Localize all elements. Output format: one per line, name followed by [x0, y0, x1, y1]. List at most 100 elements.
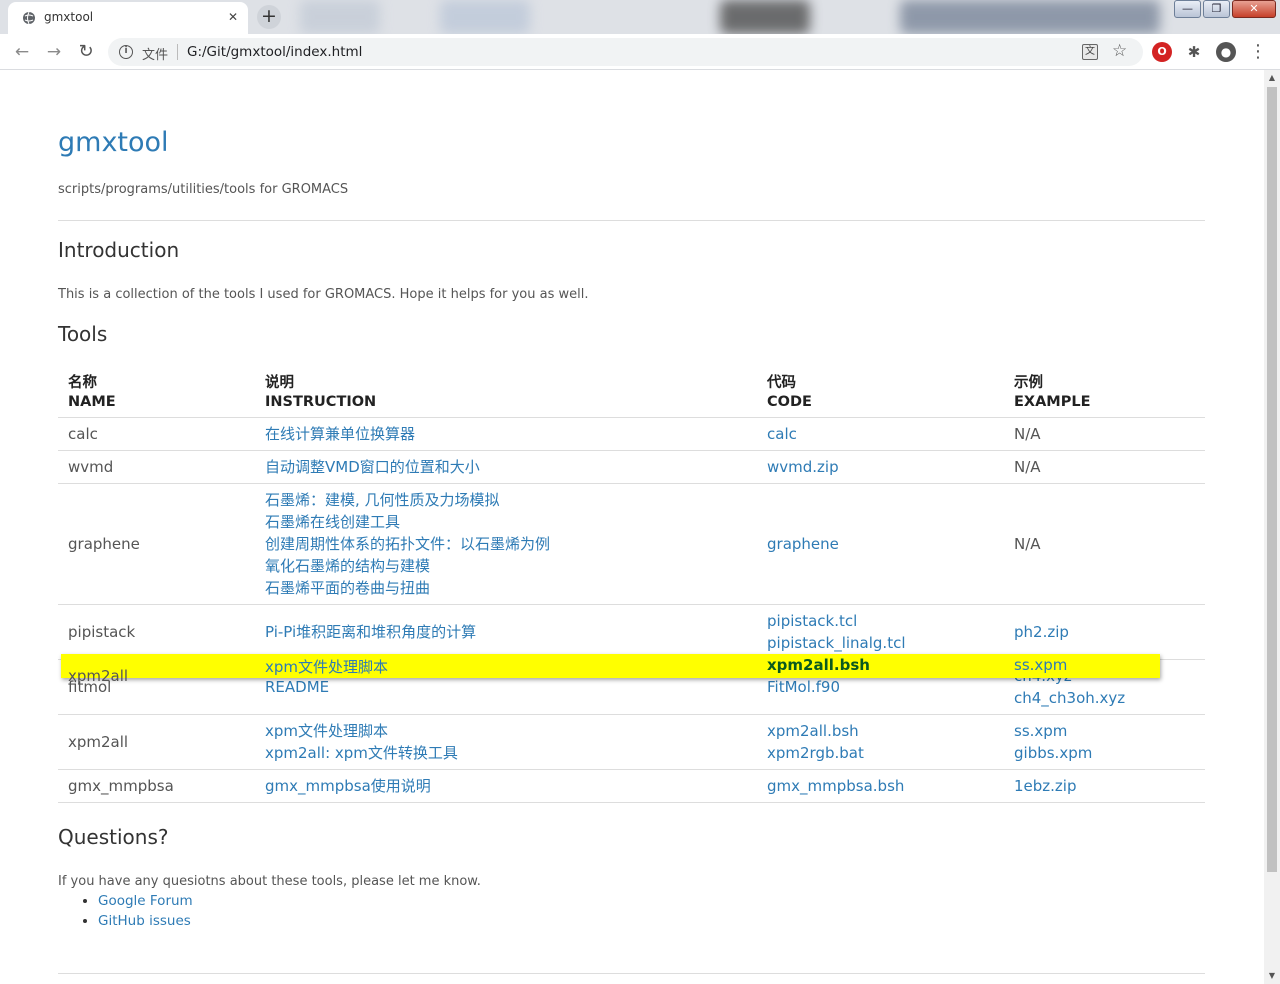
highlight-example-link[interactable]: ss.xpm: [1014, 656, 1067, 674]
tool-instruction: 石墨烯：建模, 几何性质及力场模拟 石墨烯在线创建工具 创建周期性体系的拓扑文件：以…: [255, 483, 757, 605]
example-link[interactable]: ch4_ch3oh.xyz: [1014, 687, 1195, 709]
example-link[interactable]: gibbs.xpm: [1014, 742, 1195, 764]
col-header-code: 代码 CODE: [757, 370, 1004, 418]
tab-gmxtool[interactable]: gmxtool ✕: [8, 2, 248, 34]
instruction-link[interactable]: xpm文件处理脚本: [265, 720, 747, 742]
col-header-example: 示例 EXAMPLE: [1004, 370, 1205, 418]
instruction-link[interactable]: 石墨烯平面的卷曲与扭曲: [265, 577, 747, 599]
code-link[interactable]: xpm2all.bsh: [767, 720, 994, 742]
tool-instruction: gmx_mmpbsa使用说明: [255, 769, 757, 803]
intro-heading: Introduction: [58, 238, 180, 262]
url-text[interactable]: G:/Git/gmxtool/index.html: [187, 44, 362, 60]
reload-button[interactable]: ↻: [74, 40, 98, 64]
tools-heading: Tools: [58, 322, 108, 346]
page-viewport: gmxtool scripts/programs/utilities/tools…: [0, 70, 1264, 984]
tool-example: N/A: [1004, 483, 1205, 605]
instruction-link[interactable]: xpm2all: xpm文件转换工具: [265, 742, 747, 764]
tool-code: graphene: [757, 483, 1004, 605]
instruction-link[interactable]: 石墨烯：建模, 几何性质及力场模拟: [265, 489, 747, 511]
scroll-down-icon[interactable]: ▼: [1264, 968, 1280, 984]
instruction-link[interactable]: 氧化石墨烯的结构与建模: [265, 555, 747, 577]
example-link[interactable]: ss.xpm: [1014, 720, 1195, 742]
instruction-link[interactable]: Pi-Pi堆积距离和堆积角度的计算: [265, 621, 747, 643]
vertical-scrollbar[interactable]: ▲ ▼: [1264, 70, 1280, 984]
table-row: wvmd 自动调整VMD窗口的位置和大小 wvmd.zip N/A: [58, 450, 1205, 484]
code-link[interactable]: graphene: [767, 533, 994, 555]
code-link[interactable]: gmx_mmpbsa.bsh: [767, 775, 994, 797]
intro-text: This is a collection of the tools I used…: [58, 287, 589, 302]
example-link[interactable]: ph2.zip: [1014, 621, 1195, 643]
table-row: gmx_mmpbsa gmx_mmpbsa使用说明 gmx_mmpbsa.bsh 1e…: [58, 769, 1205, 803]
tool-name: gmx_mmpbsa: [58, 769, 255, 803]
background-window-blur: [900, 0, 1160, 34]
tool-instruction: Pi-Pi堆积距离和堆积角度的计算: [255, 604, 757, 660]
tool-name: graphene: [58, 483, 255, 605]
list-item: Google Forum: [98, 893, 193, 909]
window-controls: — ❐ ✕: [1174, 0, 1276, 20]
menu-icon[interactable]: ⋮: [1248, 42, 1268, 62]
tool-instruction: 自动调整VMD窗口的位置和大小: [255, 450, 757, 484]
code-link[interactable]: pipistack.tcl: [767, 610, 994, 632]
window-close-button[interactable]: ✕: [1232, 0, 1276, 18]
tool-name: pipistack: [58, 604, 255, 660]
instruction-link[interactable]: gmx_mmpbsa使用说明: [265, 775, 747, 797]
new-tab-button[interactable]: +: [257, 5, 281, 29]
back-button[interactable]: ←: [10, 40, 34, 64]
browser-toolbar: ← → ↻ i 文件 G:/Git/gmxtool/index.html 文 ☆…: [0, 34, 1280, 70]
instruction-link[interactable]: 在线计算兼单位换算器: [265, 423, 747, 445]
translate-icon[interactable]: 文: [1082, 44, 1098, 60]
tools-table: 名称 NAME 说明 INSTRUCTION 代码 CODE 示例 EXAMPLE ca…: [58, 370, 1205, 803]
tab-close-icon[interactable]: ✕: [224, 8, 242, 26]
divider: [58, 973, 1205, 974]
col-header-instruction: 说明 INSTRUCTION: [255, 370, 757, 418]
col-header-name: 名称 NAME: [58, 370, 255, 418]
forward-button[interactable]: →: [42, 40, 66, 64]
github-issues-link[interactable]: GitHub issues: [98, 913, 191, 929]
minimize-button[interactable]: —: [1174, 0, 1201, 18]
puzzle-icon[interactable]: ✱: [1184, 42, 1204, 62]
example-value: N/A: [1014, 535, 1041, 553]
code-link[interactable]: wvmd.zip: [767, 456, 994, 478]
table-header-row: 名称 NAME 说明 INSTRUCTION 代码 CODE 示例 EXAMPLE: [58, 370, 1205, 418]
page-title[interactable]: gmxtool: [58, 127, 169, 158]
tab-strip: gmxtool ✕ + — ❐ ✕: [0, 0, 1280, 34]
instruction-link[interactable]: 自动调整VMD窗口的位置和大小: [265, 456, 747, 478]
scroll-thumb[interactable]: [1267, 87, 1277, 872]
tool-code: calc: [757, 417, 1004, 451]
example-value: N/A: [1014, 425, 1041, 443]
star-icon[interactable]: ☆: [1112, 41, 1127, 61]
code-link[interactable]: xpm2rgb.bat: [767, 742, 994, 764]
table-row: pipistack Pi-Pi堆积距离和堆积角度的计算 pipistack.tcl p…: [58, 604, 1205, 660]
scroll-up-icon[interactable]: ▲: [1264, 70, 1280, 86]
tool-name: calc: [58, 417, 255, 451]
instruction-link[interactable]: 石墨烯在线创建工具: [265, 511, 747, 533]
address-separator: [177, 44, 178, 60]
table-row: calc 在线计算兼单位换算器 calc N/A: [58, 417, 1205, 451]
address-bar[interactable]: i 文件 G:/Git/gmxtool/index.html 文 ☆: [108, 38, 1143, 66]
restore-button[interactable]: ❐: [1203, 0, 1230, 18]
tool-code: wvmd.zip: [757, 450, 1004, 484]
scheme-label: 文件: [142, 48, 169, 63]
info-icon[interactable]: i: [119, 45, 133, 59]
background-window-blur: [300, 0, 380, 34]
opera-icon[interactable]: O: [1152, 42, 1172, 62]
tool-example: ph2.zip: [1004, 604, 1205, 660]
google-forum-link[interactable]: Google Forum: [98, 893, 193, 909]
code-link[interactable]: FitMol.f90: [767, 676, 994, 698]
row-highlight: xpm2all xpm文件处理脚本 xpm2all.bsh ss.xpm: [61, 654, 1160, 685]
instruction-link[interactable]: 创建周期性体系的拓扑文件：以石墨烯为例: [265, 533, 747, 555]
page-tagline: scripts/programs/utilities/tools for GRO…: [58, 182, 349, 197]
instruction-link[interactable]: README: [265, 676, 747, 698]
highlight-instruction-link[interactable]: xpm文件处理脚本: [265, 656, 388, 677]
example-value: N/A: [1014, 458, 1041, 476]
highlight-code-link[interactable]: xpm2all.bsh: [767, 656, 870, 674]
tool-name: xpm2all: [58, 714, 255, 770]
example-link[interactable]: 1ebz.zip: [1014, 775, 1195, 797]
questions-heading: Questions?: [58, 825, 169, 849]
code-link[interactable]: pipistack_linalg.tcl: [767, 632, 994, 654]
globe-icon: [23, 11, 35, 25]
question-links: Google Forum GitHub issues: [98, 893, 193, 933]
code-link[interactable]: calc: [767, 423, 994, 445]
avatar-icon[interactable]: ●: [1216, 42, 1236, 62]
tool-code: xpm2all.bsh xpm2rgb.bat: [757, 714, 1004, 770]
